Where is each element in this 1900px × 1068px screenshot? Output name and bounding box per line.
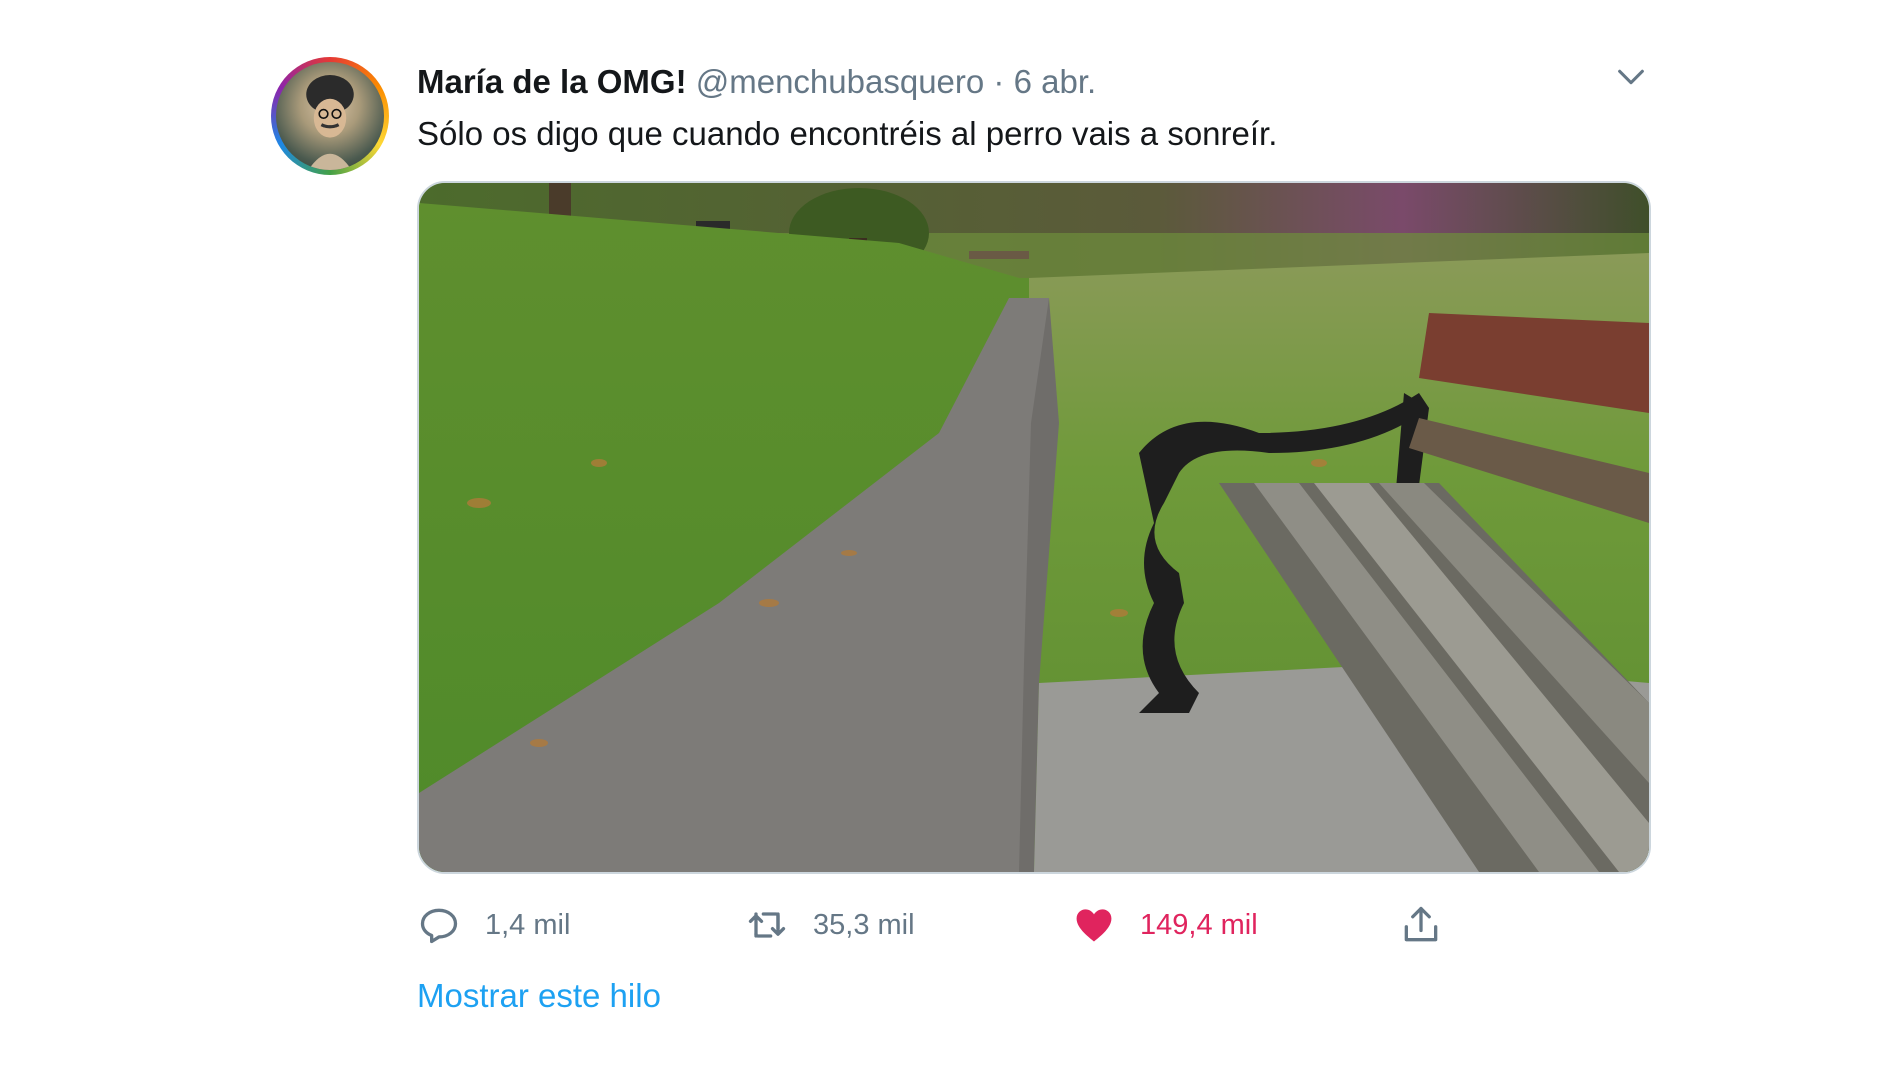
reply-icon bbox=[420, 908, 458, 944]
tweet-text: Sólo os digo que cuando encontréis al pe… bbox=[417, 115, 1278, 152]
tweet-header: María de la OMG! @menchubasquero · 6 abr… bbox=[417, 62, 1096, 102]
share-icon bbox=[1404, 906, 1438, 942]
park-bench-photo bbox=[419, 183, 1649, 872]
separator: · bbox=[993, 63, 1005, 100]
retweet-icon bbox=[748, 912, 786, 938]
avatar-image bbox=[276, 62, 384, 170]
tweet-actions: 1,4 mil 35,3 mil 149,4 mil bbox=[417, 900, 1651, 950]
tweet-date[interactable]: 6 abr. bbox=[1014, 63, 1097, 100]
retweet-count: 35,3 mil bbox=[813, 908, 915, 941]
avatar[interactable] bbox=[271, 57, 389, 175]
chevron-down-icon[interactable] bbox=[1614, 60, 1648, 94]
tweet[interactable]: María de la OMG! @menchubasquero · 6 abr… bbox=[0, 0, 1900, 1068]
share-button[interactable] bbox=[1399, 900, 1443, 950]
like-button[interactable]: 149,4 mil bbox=[1072, 900, 1258, 950]
like-count: 149,4 mil bbox=[1140, 908, 1258, 941]
author-handle[interactable]: @menchubasquero bbox=[696, 63, 985, 100]
heart-icon bbox=[1076, 909, 1112, 942]
reply-button[interactable]: 1,4 mil bbox=[417, 900, 570, 950]
author-name[interactable]: María de la OMG! bbox=[417, 63, 687, 100]
tweet-photo[interactable] bbox=[417, 181, 1651, 874]
show-thread-link[interactable]: Mostrar este hilo bbox=[417, 974, 661, 1018]
reply-count: 1,4 mil bbox=[485, 908, 571, 941]
retweet-button[interactable]: 35,3 mil bbox=[745, 900, 915, 950]
